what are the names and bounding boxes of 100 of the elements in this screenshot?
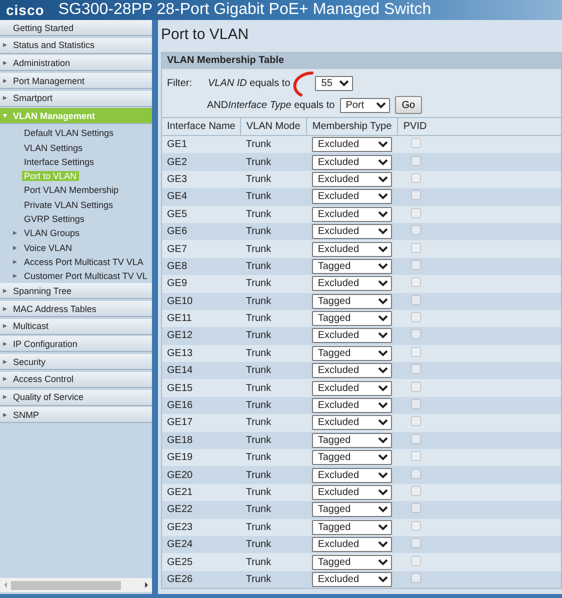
- nav-item[interactable]: Port Management: [0, 73, 152, 90]
- nav-item[interactable]: Spanning Tree: [0, 283, 152, 300]
- table-cell: Trunk: [240, 258, 307, 276]
- table-cell: GE8: [162, 258, 241, 276]
- filter-label: Filter:: [167, 78, 193, 88]
- table-cell: GE24: [162, 536, 241, 554]
- nav-item[interactable]: MAC Address Tables: [0, 301, 152, 318]
- membership-select[interactable]: Tagged: [312, 554, 392, 570]
- table-cell-text: Trunk: [244, 242, 272, 257]
- table-cell: GE23: [162, 518, 241, 536]
- nav-subitem[interactable]: Access Port Multicast TV VLA: [22, 256, 146, 267]
- membership-select[interactable]: Excluded: [312, 398, 392, 414]
- table-cell: GE18: [162, 432, 241, 450]
- table-cell: Trunk: [240, 553, 307, 571]
- table-cell-text: GE7: [166, 242, 188, 257]
- table-cell: Trunk: [240, 449, 307, 466]
- nav-item[interactable]: Administration: [0, 55, 152, 72]
- nav-item[interactable]: IP Configuration: [0, 336, 152, 352]
- nav-subitem[interactable]: VLAN Settings: [22, 142, 85, 153]
- table-cell: Trunk: [240, 379, 307, 397]
- membership-select[interactable]: Excluded: [312, 380, 392, 396]
- membership-select[interactable]: Excluded: [312, 172, 392, 187]
- table-cell: Trunk: [240, 275, 307, 293]
- table-cell: GE10: [162, 292, 241, 310]
- nav-subitem[interactable]: Interface Settings: [22, 156, 96, 167]
- membership-select[interactable]: Excluded: [312, 328, 392, 344]
- column-header: VLAN Mode: [240, 118, 307, 136]
- table-cell: GE13: [162, 344, 241, 362]
- membership-select[interactable]: Tagged: [312, 502, 392, 518]
- table-cell: Trunk: [240, 414, 307, 432]
- table-cell: GE16: [162, 396, 241, 414]
- table-cell: GE5: [162, 206, 241, 223]
- nav-subitem[interactable]: Voice VLAN: [22, 242, 74, 253]
- nav-item[interactable]: Multicast: [0, 318, 152, 335]
- membership-select[interactable]: Tagged: [312, 346, 392, 361]
- membership-select[interactable]: Excluded: [312, 485, 392, 500]
- membership-select[interactable]: Tagged: [312, 432, 392, 448]
- table-cell: GE22: [162, 501, 241, 519]
- table-cell: Trunk: [240, 206, 307, 223]
- go-button[interactable]: Go: [394, 96, 422, 114]
- table-cell: GE9: [162, 275, 241, 293]
- membership-select[interactable]: Excluded: [312, 189, 392, 204]
- membership-select[interactable]: Excluded: [312, 224, 392, 240]
- table-cell: GE26: [162, 570, 241, 588]
- table-cell: Trunk: [240, 362, 307, 380]
- nav-subitem[interactable]: VLAN Groups: [22, 228, 82, 238]
- membership-select[interactable]: Excluded: [312, 415, 392, 430]
- membership-select[interactable]: Excluded: [312, 537, 392, 552]
- logo: cisco: [6, 1, 44, 19]
- column-header: Membership Type: [306, 118, 398, 136]
- column-header: Interface Name: [162, 118, 241, 136]
- table-cell: Trunk: [240, 136, 307, 154]
- table-cell: GE1: [162, 136, 241, 154]
- table-cell: Trunk: [240, 222, 307, 240]
- table-cell: GE2: [162, 153, 241, 171]
- table-cell: GE17: [162, 414, 241, 432]
- membership-select[interactable]: Tagged: [312, 294, 392, 309]
- membership-select[interactable]: Excluded: [312, 468, 392, 483]
- nav-subitem[interactable]: GVRP Settings: [22, 214, 86, 224]
- table-cell: GE14: [162, 362, 241, 380]
- filter-text: VLAN ID equals to: [208, 78, 290, 88]
- nav-item[interactable]: Getting Started: [0, 20, 152, 36]
- membership-select[interactable]: Tagged: [312, 450, 392, 466]
- table-cell: Trunk: [240, 396, 307, 414]
- column-header: PVID: [398, 118, 561, 136]
- table-cell: Trunk: [240, 501, 307, 519]
- product-title: SG300-28PP 28-Port Gigabit PoE+ Managed Switch: [58, 1, 432, 19]
- nav-subitem[interactable]: Default VLAN Settings: [22, 128, 116, 138]
- nav-item[interactable]: Security: [0, 354, 152, 370]
- table-cell: Trunk: [240, 292, 307, 310]
- table-cell: Trunk: [240, 188, 307, 206]
- nav-subitem[interactable]: Private VLAN Settings: [22, 200, 116, 210]
- table-cell: Trunk: [240, 570, 307, 588]
- table-cell: GE11: [162, 310, 241, 328]
- page-title: Port to VLAN: [161, 25, 250, 45]
- table-cell: Trunk: [240, 536, 307, 554]
- interface-type-select[interactable]: Port: [340, 98, 390, 112]
- membership-select[interactable]: Excluded: [312, 242, 392, 257]
- membership-select[interactable]: Excluded: [312, 137, 392, 152]
- membership-select[interactable]: Excluded: [312, 154, 392, 170]
- nav-item[interactable]: Status and Statistics: [0, 38, 152, 54]
- table-cell: GE21: [162, 484, 241, 502]
- nav-subitem[interactable]: Port VLAN Membership: [22, 185, 121, 196]
- table-cell: GE6: [162, 222, 241, 240]
- nav-item[interactable]: Access Control: [0, 372, 152, 388]
- vlan-id-select[interactable]: 55: [315, 76, 354, 90]
- nav-subitem[interactable]: Customer Port Multicast TV VL: [22, 271, 150, 282]
- table-cell: Trunk: [240, 310, 307, 328]
- membership-select[interactable]: Tagged: [312, 311, 392, 326]
- membership-select[interactable]: Excluded: [312, 363, 392, 378]
- membership-select[interactable]: Excluded: [312, 206, 392, 222]
- table-cell: Trunk: [240, 327, 307, 345]
- membership-select[interactable]: Excluded: [312, 572, 392, 587]
- nav-item[interactable]: Quality of Service: [0, 390, 152, 406]
- membership-select[interactable]: Tagged: [312, 258, 392, 274]
- nav-item[interactable]: SNMP: [0, 407, 152, 424]
- membership-select[interactable]: Excluded: [312, 276, 392, 292]
- table-cell: Trunk: [240, 170, 307, 188]
- nav-item[interactable]: Smartport: [0, 90, 152, 107]
- membership-select[interactable]: Tagged: [312, 520, 392, 535]
